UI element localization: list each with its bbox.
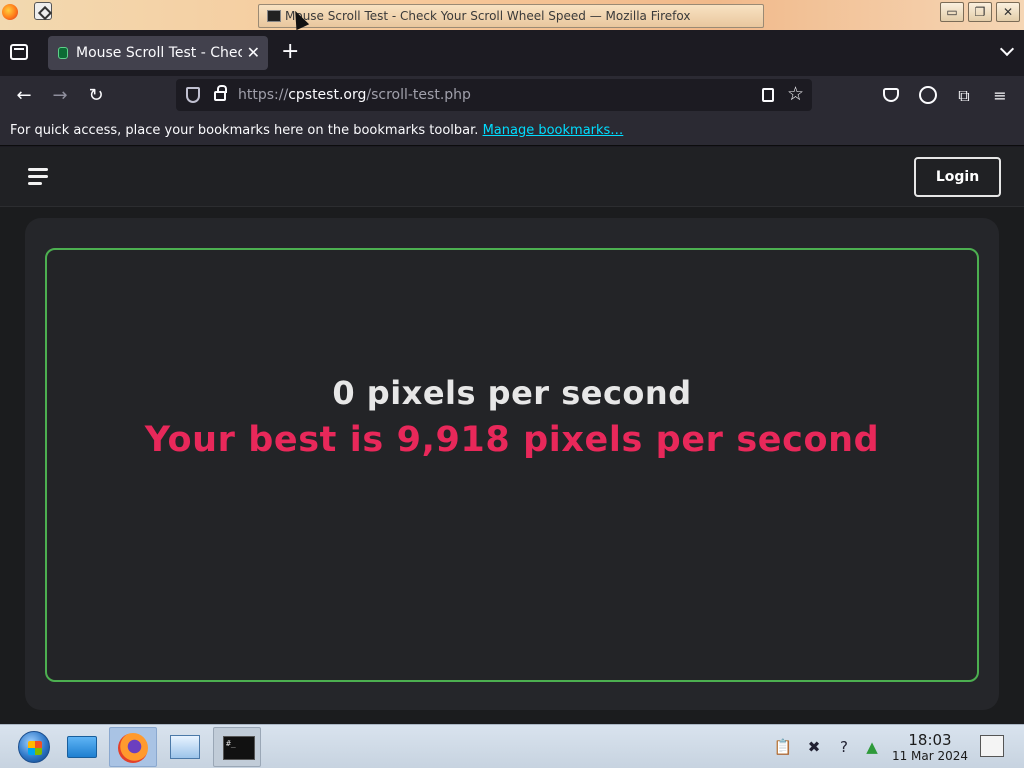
bookmarks-hint: For quick access, place your bookmarks h… — [10, 123, 623, 138]
site-header: Login — [0, 147, 1024, 207]
close-button[interactable]: ✕ — [996, 2, 1020, 22]
file-manager-launcher[interactable] — [58, 727, 106, 767]
firefox-icon[interactable] — [2, 4, 18, 20]
network-settings-icon — [170, 735, 200, 759]
tab-scroll-test[interactable]: Mouse Scroll Test - Check Your Scroll Wh… — [48, 36, 268, 70]
best-speed-text: Your best is 9,918 pixels per second — [144, 420, 880, 460]
firefox-icon — [118, 733, 148, 763]
clock[interactable]: 18:03 11 Mar 2024 — [890, 731, 970, 763]
new-tab-button[interactable]: + — [281, 40, 299, 64]
window-controls: ▭ ❐ ✕ — [940, 2, 1020, 22]
url-host: cpstest.org — [288, 87, 367, 103]
chevron-down-icon[interactable] — [999, 41, 1015, 57]
window-title: Mouse Scroll Test - Check Your Scroll Wh… — [285, 9, 691, 23]
lock-icon[interactable] — [214, 85, 227, 101]
navigation-toolbar: ← → ↻ https://cpstest.org/scroll-test.ph… — [0, 76, 1024, 116]
tracking-protection-shield-icon[interactable] — [186, 87, 200, 103]
scroll-test-card: 0 pixels per second Your best is 9,918 p… — [25, 218, 999, 710]
page-content: Login 0 pixels per second Your best is 9… — [0, 147, 1024, 724]
back-button[interactable]: ← — [12, 84, 36, 108]
url-bar[interactable]: https://cpstest.org/scroll-test.php ☆ — [176, 79, 812, 111]
terminal-taskbar-button[interactable]: #_ — [213, 727, 261, 767]
reader-view-icon[interactable] — [762, 88, 774, 102]
forward-button[interactable]: → — [48, 84, 72, 108]
scroll-test-area[interactable]: 0 pixels per second Your best is 9,918 p… — [45, 248, 979, 682]
clock-date: 11 Mar 2024 — [891, 749, 969, 763]
folder-icon — [67, 736, 97, 758]
login-button[interactable]: Login — [914, 157, 1001, 197]
bookmarks-toolbar: For quick access, place your bookmarks h… — [0, 116, 1024, 146]
site-favicon-icon — [58, 47, 68, 59]
firefox-taskbar-button[interactable] — [109, 727, 157, 767]
tab-label: Mouse Scroll Test - Check Your Scroll Wh… — [76, 45, 242, 61]
start-button[interactable] — [10, 727, 58, 767]
maximize-button[interactable]: ❐ — [968, 2, 992, 22]
update-arrow-tray-icon[interactable]: ▲ — [862, 737, 882, 757]
extensions-icon[interactable]: ⧉ — [954, 86, 974, 106]
window-title-tab[interactable]: Mouse Scroll Test - Check Your Scroll Wh… — [258, 4, 764, 28]
manage-bookmarks-link[interactable]: Manage bookmarks… — [483, 123, 624, 138]
windows-start-icon — [18, 731, 50, 763]
pocket-icon[interactable] — [883, 88, 899, 102]
clock-time: 18:03 — [908, 731, 952, 749]
site-menu-icon[interactable] — [28, 168, 48, 186]
list-all-tabs-icon[interactable] — [10, 44, 28, 60]
window-titlebar: Mouse Scroll Test - Check Your Scroll Wh… — [0, 0, 1024, 31]
network-launcher[interactable] — [161, 727, 209, 767]
terminal-icon: #_ — [223, 736, 255, 760]
tab-close-icon[interactable]: ✕ — [247, 43, 260, 62]
reload-button[interactable]: ↻ — [84, 84, 108, 108]
terminal-icon — [267, 10, 281, 22]
taskbar: #_ 📋 ✖ ? ▲ 18:03 11 Mar 2024 — [0, 724, 1024, 768]
show-desktop-icon[interactable] — [980, 735, 1004, 757]
url-path: /scroll-test.php — [366, 87, 471, 103]
hamburger-menu-icon[interactable]: ≡ — [990, 86, 1010, 106]
clipboard-tray-icon[interactable]: 📋 — [773, 737, 793, 757]
app-menu-icon[interactable] — [34, 2, 52, 20]
titlebar-system-icons — [0, 2, 52, 20]
url-scheme: https:// — [238, 87, 289, 103]
current-speed-text: 0 pixels per second — [332, 374, 692, 412]
minimize-button[interactable]: ▭ — [940, 2, 964, 22]
tab-strip: Mouse Scroll Test - Check Your Scroll Wh… — [0, 30, 1024, 76]
account-icon[interactable] — [919, 86, 937, 104]
bookmarks-message: For quick access, place your bookmarks h… — [10, 123, 479, 138]
help-tray-icon[interactable]: ? — [834, 737, 854, 757]
network-disconnected-tray-icon[interactable]: ✖ — [804, 737, 824, 757]
url-text[interactable]: https://cpstest.org/scroll-test.php — [238, 87, 471, 103]
bookmark-star-icon[interactable]: ☆ — [787, 82, 804, 106]
